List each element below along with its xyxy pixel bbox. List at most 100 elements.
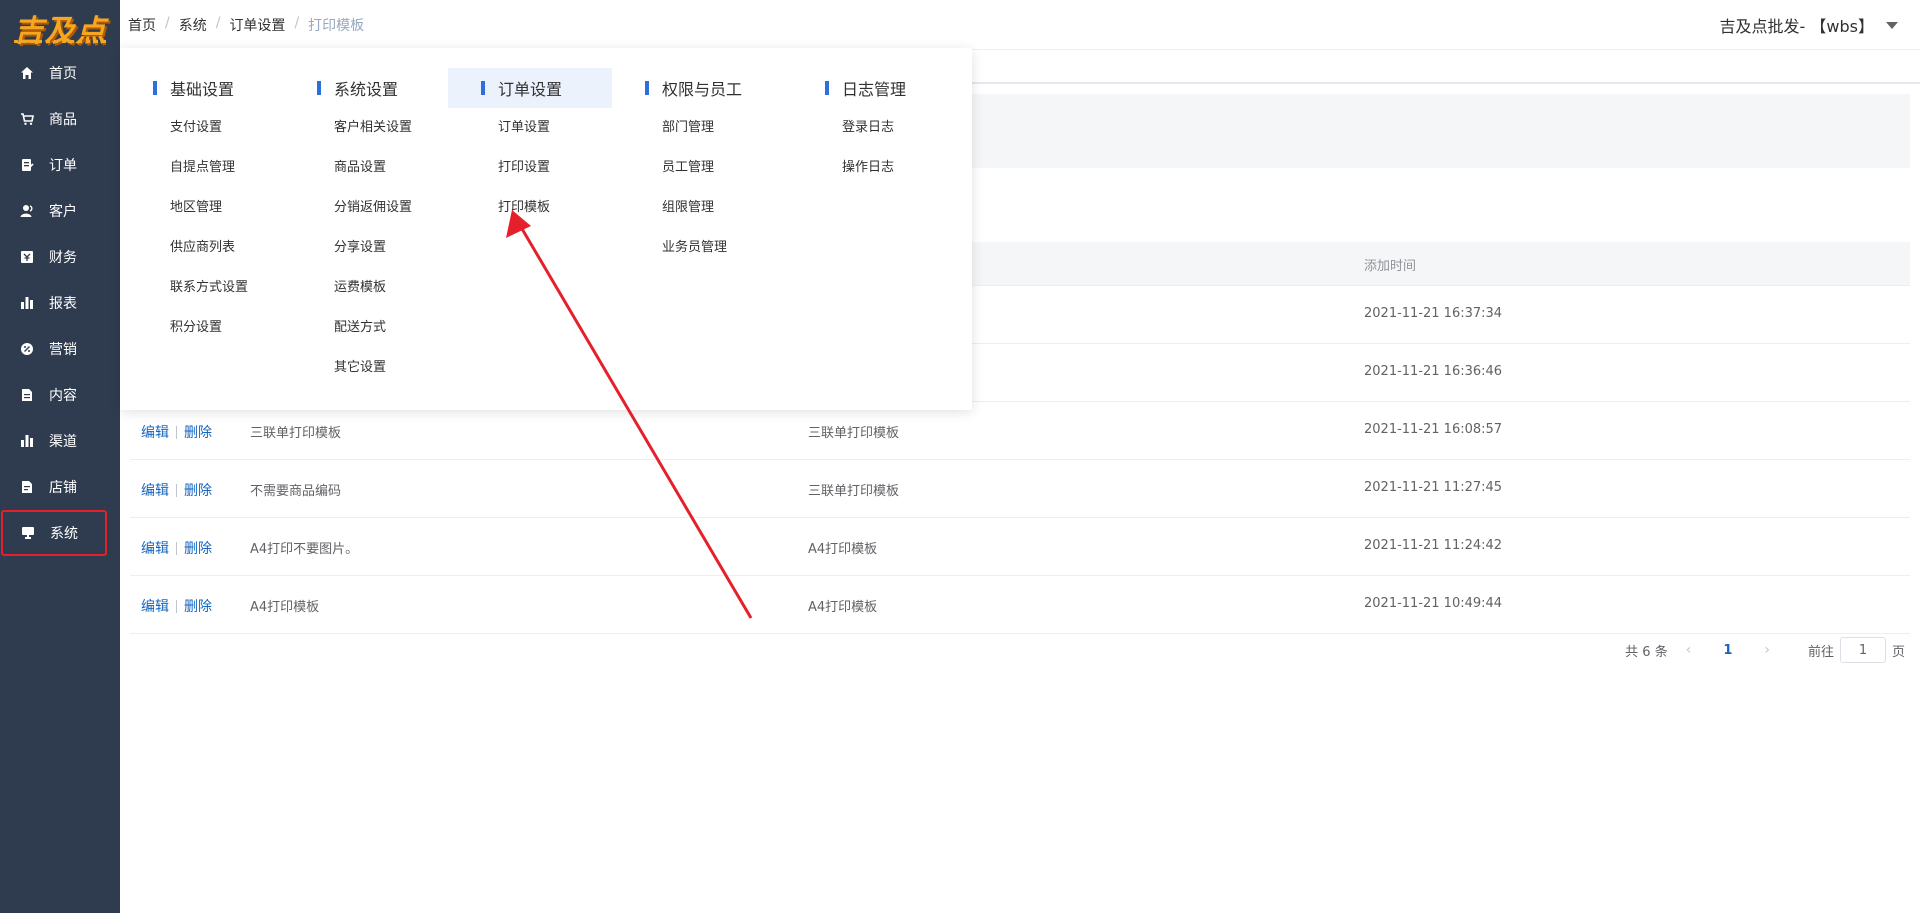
- marketing-icon: [20, 342, 34, 356]
- menu-item-distribution-commission[interactable]: 分销返佣设置: [284, 188, 448, 228]
- menu-column-title: 订单设置: [498, 80, 563, 99]
- row-actions: 编辑 删除: [141, 422, 212, 442]
- report-icon: [20, 296, 34, 310]
- goto-page-input[interactable]: [1839, 637, 1886, 663]
- menu-item-points-settings[interactable]: 积分设置: [120, 308, 284, 348]
- edit-button[interactable]: 编辑: [141, 422, 169, 442]
- column-header-time: 添加时间: [1364, 259, 1417, 274]
- menu-item-suppliers[interactable]: 供应商列表: [120, 228, 284, 268]
- table-row: 编辑 删除 A4打印不要图片。 A4打印模板 2021-11-21 11:24:…: [130, 518, 1910, 576]
- shop-icon: [20, 480, 34, 494]
- breadcrumb-separator: /: [165, 15, 170, 31]
- logo-underline: [14, 40, 106, 43]
- menu-item-print-templates[interactable]: 打印模板: [448, 188, 612, 228]
- action-divider: [176, 425, 177, 439]
- breadcrumb-home[interactable]: 首页: [128, 15, 156, 35]
- sidebar-item-label: 报表: [49, 296, 77, 312]
- sidebar-item-label: 渠道: [49, 434, 77, 450]
- delete-button[interactable]: 删除: [184, 480, 212, 500]
- delete-button[interactable]: 删除: [184, 422, 212, 442]
- menu-column-header: 基础设置: [120, 68, 284, 108]
- menu-item-departments[interactable]: 部门管理: [612, 108, 776, 148]
- column-marker: [825, 81, 829, 95]
- goto-label: 前往: [1807, 644, 1834, 660]
- menu-item-goods-settings[interactable]: 商品设置: [284, 148, 448, 188]
- sidebar-item-content[interactable]: 内容: [0, 372, 120, 418]
- sidebar-item-orders[interactable]: 订单: [0, 142, 120, 188]
- column-marker: [481, 81, 485, 95]
- menu-column-header: 系统设置: [284, 68, 448, 108]
- customer-icon: [20, 204, 34, 218]
- row-actions: 编辑 删除: [141, 596, 212, 616]
- order-icon: [20, 158, 34, 172]
- caret-down-icon: [1886, 21, 1898, 29]
- breadcrumb-system[interactable]: 系统: [179, 15, 207, 35]
- sidebar-item-shop[interactable]: 店铺: [0, 464, 120, 510]
- pagination: 共 6 条 ‹ 1 › 前往 页: [1625, 637, 1905, 663]
- breadcrumb-separator: /: [294, 15, 300, 31]
- row-name: 不需要商品编码: [250, 484, 342, 499]
- sidebar-item-marketing[interactable]: 营销: [0, 326, 120, 372]
- menu-item-customer-settings[interactable]: 客户相关设置: [284, 108, 448, 148]
- pagination-goto: 前往 页: [1808, 637, 1905, 663]
- row-time: 2021-11-21 11:27:45: [1364, 480, 1503, 495]
- row-time: 2021-11-21 10:49:44: [1364, 596, 1503, 611]
- sidebar-item-label: 系统: [50, 526, 78, 542]
- menu-item-regions[interactable]: 地区管理: [120, 188, 284, 228]
- user-name: 吉及点批发- 【wbs】: [1719, 17, 1874, 36]
- menu-column-header: 权限与员工: [612, 68, 776, 108]
- menu-item-other-settings[interactable]: 其它设置: [284, 348, 448, 388]
- table-row: 编辑 删除 不需要商品编码 三联单打印模板 2021-11-21 11:27:4…: [130, 460, 1910, 518]
- menu-column-header: 订单设置: [448, 68, 612, 108]
- menu-item-role-groups[interactable]: 组限管理: [612, 188, 776, 228]
- menu-item-print-settings[interactable]: 打印设置: [448, 148, 612, 188]
- menu-column-title: 系统设置: [334, 80, 399, 99]
- menu-item-shipping-templates[interactable]: 运费模板: [284, 268, 448, 308]
- menu-item-share-settings[interactable]: 分享设置: [284, 228, 448, 268]
- breadcrumb-order-settings[interactable]: 订单设置: [229, 15, 285, 35]
- delete-button[interactable]: 删除: [184, 538, 212, 558]
- page-number-current[interactable]: 1: [1723, 643, 1732, 658]
- sidebar-item-reports[interactable]: 报表: [0, 280, 120, 326]
- logo[interactable]: 吉及点: [8, 6, 112, 49]
- menu-item-contact-settings[interactable]: 联系方式设置: [120, 268, 284, 308]
- sidebar-item-channel[interactable]: 渠道: [0, 418, 120, 464]
- menu-item-order-settings[interactable]: 订单设置: [448, 108, 612, 148]
- sidebar: 吉及点 首页 商品 订单 客户 财务 报表 营销 内容 渠道 店铺 系统: [0, 0, 120, 913]
- sidebar-item-label: 财务: [49, 250, 77, 266]
- user-menu[interactable]: 吉及点批发- 【wbs】: [1720, 13, 1898, 37]
- menu-item-staff[interactable]: 员工管理: [612, 148, 776, 188]
- sidebar-item-label: 订单: [49, 158, 77, 174]
- system-icon: [21, 526, 35, 540]
- sidebar-item-label: 首页: [49, 66, 77, 82]
- edit-button[interactable]: 编辑: [141, 596, 169, 616]
- menu-item-operation-logs[interactable]: 操作日志: [792, 148, 956, 188]
- sidebar-item-finance[interactable]: 财务: [0, 234, 120, 280]
- menu-column-order-settings: 订单设置 订单设置 打印设置 打印模板: [448, 68, 612, 228]
- row-type: A4打印模板: [808, 542, 878, 557]
- sidebar-item-label: 内容: [49, 388, 77, 404]
- sidebar-item-system[interactable]: 系统: [1, 510, 107, 556]
- edit-button[interactable]: 编辑: [141, 480, 169, 500]
- table-row: 编辑 删除 三联单打印模板 三联单打印模板 2021-11-21 16:08:5…: [130, 402, 1910, 460]
- menu-item-login-logs[interactable]: 登录日志: [792, 108, 956, 148]
- delete-button[interactable]: 删除: [184, 596, 212, 616]
- sidebar-item-home[interactable]: 首页: [0, 50, 120, 96]
- edit-button[interactable]: 编辑: [141, 538, 169, 558]
- sidebar-item-goods[interactable]: 商品: [0, 96, 120, 142]
- menu-item-salespersons[interactable]: 业务员管理: [612, 228, 776, 268]
- menu-item-delivery-methods[interactable]: 配送方式: [284, 308, 448, 348]
- sidebar-item-label: 店铺: [49, 480, 77, 496]
- chevron-left-icon[interactable]: ‹: [1686, 642, 1692, 658]
- chevron-right-icon[interactable]: ›: [1764, 642, 1770, 658]
- page-suffix: 页: [1891, 644, 1905, 660]
- menu-column-permissions-staff: 权限与员工 部门管理 员工管理 组限管理 业务员管理: [612, 68, 776, 268]
- top-bar: 首页 / 系统 / 订单设置 / 打印模板 吉及点批发- 【wbs】: [120, 0, 1920, 50]
- menu-item-pickup-points[interactable]: 自提点管理: [120, 148, 284, 188]
- menu-column-title: 权限与员工: [662, 80, 743, 99]
- menu-item-payment-settings[interactable]: 支付设置: [120, 108, 284, 148]
- cart-icon: [20, 112, 34, 126]
- sidebar-item-customers[interactable]: 客户: [0, 188, 120, 234]
- content-icon: [20, 388, 34, 402]
- logo-text: 吉及点: [13, 14, 107, 49]
